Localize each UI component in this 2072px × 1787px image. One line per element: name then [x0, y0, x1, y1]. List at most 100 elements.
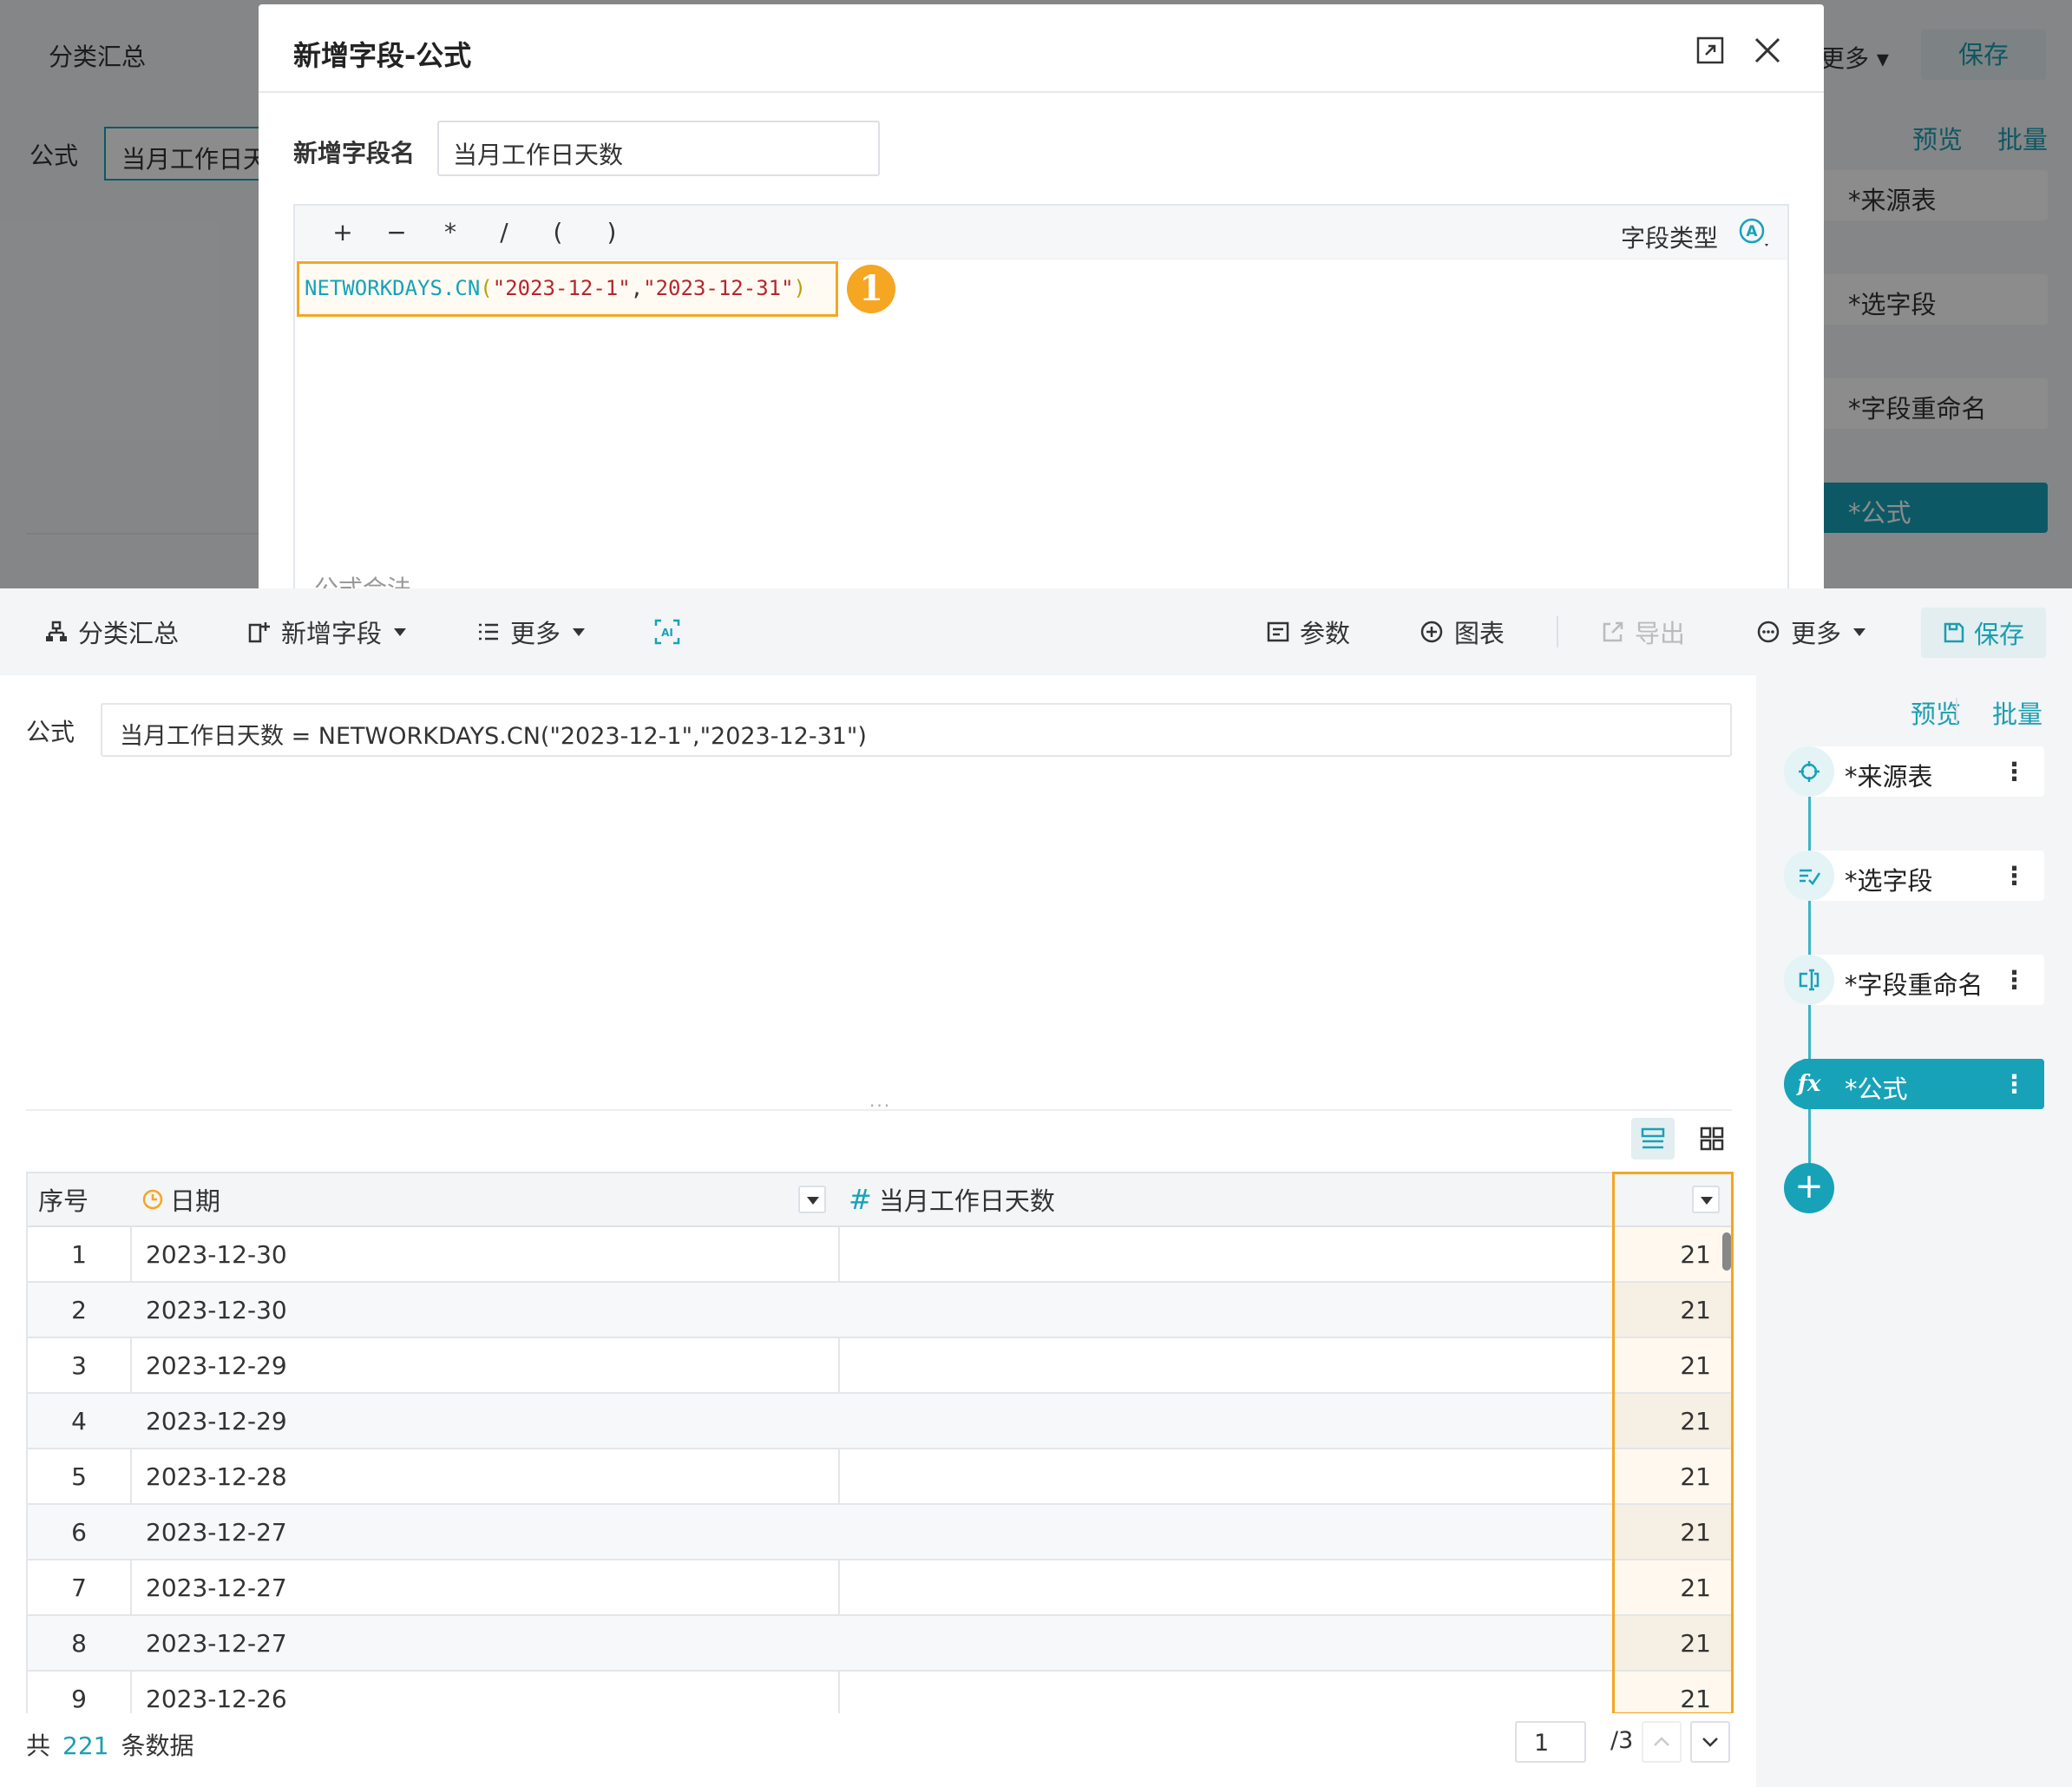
table-row[interactable]: 4 2023-12-29 21 — [26, 1394, 1734, 1449]
annotation-badge-1: 1 — [847, 265, 895, 313]
operator-open-paren-button[interactable]: ( — [545, 218, 571, 246]
column-header-date[interactable]: 日期 — [130, 1172, 840, 1227]
step-formula[interactable]: fx *公式 ⋮ — [1784, 1059, 2044, 1109]
main-page: 分类汇总 新增字段 更多 AI 参数 图表 导出 更多 保存 公式 当月工作日天… — [0, 588, 2072, 1787]
operator-divide-button[interactable]: / — [491, 218, 517, 246]
step-label: *字段重命名 — [1845, 970, 1983, 1000]
operator-toolbar: + − * / ( ) 字段类型 A — [295, 206, 1787, 260]
grid-view-button[interactable] — [1690, 1118, 1734, 1160]
row-count-prefix: 共 — [26, 1731, 51, 1760]
formula-status: 公式合法 — [314, 570, 411, 588]
table-footer — [0, 1713, 1756, 1787]
formula-function: NETWORKDAYS.CN — [305, 276, 481, 300]
field-type-icon[interactable]: A — [1737, 216, 1770, 249]
cell-empty — [838, 1449, 1614, 1505]
chevron-down-icon — [1702, 1738, 1718, 1747]
cell-date: 2023-12-27 — [130, 1560, 840, 1616]
cell-empty — [838, 1505, 1614, 1560]
field-name-input[interactable]: 当月工作日天数 — [437, 121, 880, 176]
save-label: 保存 — [1973, 620, 2024, 649]
link-separator — [1956, 698, 1957, 724]
field-name-value: 当月工作日天数 — [453, 141, 624, 169]
list-view-icon — [1641, 1127, 1665, 1149]
save-button[interactable]: 保存 — [1921, 608, 2046, 658]
formula-comma: , — [630, 276, 644, 300]
cell-empty — [838, 1560, 1614, 1616]
cell-date: 2023-12-29 — [130, 1394, 840, 1449]
cell-date: 2023-12-30 — [130, 1283, 840, 1338]
step-label: *来源表 — [1845, 762, 1933, 792]
resize-handle[interactable]: ... — [869, 1090, 891, 1111]
batch-link[interactable]: 批量 — [1992, 694, 2042, 731]
step-rename-fields[interactable]: *字段重命名 ⋮ — [1784, 955, 2044, 1005]
cell-index: 3 — [26, 1338, 132, 1394]
data-table: 序号 日期 # 当月工作日天数 1 2023-12-30 21 2 2023-12-30… — [26, 1172, 1734, 1713]
cell-empty — [838, 1616, 1614, 1672]
dialog-title: 新增字段-公式 — [293, 39, 472, 72]
kebab-menu-icon[interactable]: ⋮ — [2002, 1069, 2027, 1099]
step-select-fields[interactable]: *选字段 ⋮ — [1784, 851, 2044, 901]
table-row[interactable]: 2 2023-12-30 21 — [26, 1283, 1734, 1338]
pipeline-panel — [1756, 675, 2072, 1787]
operator-close-paren-button[interactable]: ) — [599, 218, 625, 246]
add-step-button[interactable]: + — [1784, 1163, 1834, 1213]
table-row[interactable]: 3 2023-12-29 21 — [26, 1338, 1734, 1394]
table-row[interactable]: 1 2023-12-30 21 — [26, 1227, 1734, 1283]
header-days-label: 当月工作日天数 — [878, 1186, 1055, 1216]
rename-icon — [1784, 955, 1834, 1005]
prev-page-button[interactable] — [1642, 1721, 1682, 1763]
cell-index: 8 — [26, 1616, 132, 1672]
operator-minus-button[interactable]: − — [384, 218, 410, 246]
operator-plus-button[interactable]: + — [330, 218, 356, 246]
expand-icon[interactable] — [1695, 36, 1725, 65]
table-row[interactable]: 7 2023-12-27 21 — [26, 1560, 1734, 1616]
ellipsis-circle-icon — [1757, 621, 1780, 643]
column-header-index: 序号 — [26, 1172, 132, 1227]
step-label: *公式 — [1845, 1074, 1908, 1104]
cell-empty — [838, 1672, 1614, 1713]
preview-link[interactable]: 预览 — [1911, 694, 1961, 731]
kebab-menu-icon[interactable]: ⋮ — [2002, 757, 2027, 786]
cell-index: 5 — [26, 1449, 132, 1505]
chevron-down-icon — [1853, 627, 1866, 636]
header-index-label: 序号 — [38, 1186, 89, 1216]
add-formula-field-dialog: 新增字段-公式 新增字段名 当月工作日天数 + − * / ( ) 字段类型 A — [259, 4, 1824, 588]
table-row[interactable]: 5 2023-12-28 21 — [26, 1449, 1734, 1505]
grid-view-icon — [1700, 1127, 1724, 1151]
date-filter-dropdown[interactable] — [798, 1186, 826, 1213]
row-count-suffix: 条数据 — [121, 1731, 194, 1760]
formula-editor[interactable]: + − * / ( ) 字段类型 A NETWORKDAYS.CN("2023-… — [293, 204, 1789, 588]
table-row[interactable]: 9 2023-12-26 21 — [26, 1672, 1734, 1713]
cell-empty — [838, 1394, 1614, 1449]
formula-bar-value: 当月工作日天数 = NETWORKDAYS.CN("2023-12-1","20… — [120, 723, 867, 750]
modal-layer: 分类汇总 更多 ▾ 保存 公式 当月工作日天 预览 批量 *来源表 *选字段 *… — [0, 0, 2072, 588]
more-options-button[interactable]: 更多 — [1756, 614, 1866, 649]
cell-index: 1 — [26, 1227, 132, 1283]
row-count-text: 共 221 条数据 — [26, 1727, 193, 1762]
page-number-input[interactable]: 1 — [1515, 1721, 1586, 1763]
kebab-menu-icon[interactable]: ⋮ — [2002, 861, 2027, 890]
next-page-button[interactable] — [1690, 1721, 1730, 1763]
cell-date: 2023-12-28 — [130, 1449, 840, 1505]
kebab-menu-icon[interactable]: ⋮ — [2002, 965, 2027, 995]
formula-arg1: "2023-12-1" — [492, 276, 631, 300]
field-type-icon-letter: A — [1746, 223, 1758, 240]
step-source-table[interactable]: *来源表 ⋮ — [1784, 746, 2044, 797]
page-number-value: 1 — [1534, 1730, 1550, 1757]
cell-date: 2023-12-27 — [130, 1616, 840, 1672]
column-header-days[interactable]: # 当月工作日天数 — [838, 1172, 1614, 1227]
operator-multiply-button[interactable]: * — [437, 218, 463, 246]
formula-code[interactable]: NETWORKDAYS.CN("2023-12-1","2023-12-31") — [305, 276, 806, 300]
close-icon[interactable] — [1751, 34, 1784, 67]
table-row[interactable]: 6 2023-12-27 21 — [26, 1505, 1734, 1560]
formula-arg2: "2023-12-31" — [643, 276, 794, 300]
formula-close-paren: ) — [793, 276, 806, 300]
cell-empty — [838, 1283, 1614, 1338]
table-scrollbar[interactable] — [1722, 1232, 1731, 1271]
cell-date: 2023-12-29 — [130, 1338, 840, 1394]
step-label: *选字段 — [1845, 866, 1933, 896]
cell-index: 4 — [26, 1394, 132, 1449]
table-row[interactable]: 8 2023-12-27 21 — [26, 1616, 1734, 1672]
list-view-button[interactable] — [1631, 1118, 1675, 1160]
formula-bar[interactable]: 当月工作日天数 = NETWORKDAYS.CN("2023-12-1","20… — [101, 703, 1732, 757]
